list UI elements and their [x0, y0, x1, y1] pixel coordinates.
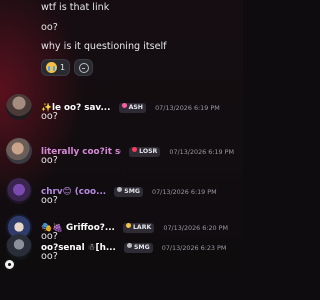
avatar[interactable] — [6, 138, 32, 164]
timestamp: 07/13/2026 6:20 PM — [163, 223, 228, 232]
message-line: oo? — [41, 22, 58, 33]
message-text: oo? — [41, 251, 58, 262]
guild-tag[interactable]: SMG — [123, 242, 153, 253]
guild-tag[interactable]: LARK — [122, 222, 155, 233]
message-header: 🎭🍇 Griffoo?... LARK 07/13/2026 6:20 PM — [41, 217, 241, 233]
feather-icon — [125, 223, 131, 228]
message-line: why is it questioning itself — [41, 41, 167, 52]
avatar[interactable] — [6, 94, 32, 120]
timestamp: 07/13/2026 6:19 PM — [169, 147, 235, 156]
status-icon — [3, 258, 16, 271]
message-text: oo? — [41, 111, 58, 122]
timestamp: 07/13/2026 6:23 PM — [161, 243, 227, 252]
guild-tag[interactable]: ASH — [118, 102, 146, 113]
skull-icon — [126, 243, 132, 248]
add-emoji-icon — [78, 62, 89, 73]
tag-label: SMG — [133, 243, 150, 251]
message: literally coo?it se... LOSR 07/13/2026 6… — [0, 138, 243, 174]
message: oo?senal ☃[h... SMG 07/13/2026 6:23 PM o… — [0, 234, 243, 270]
guild-tag[interactable]: LOSR — [129, 146, 161, 157]
message-line: wtf is that link — [41, 2, 110, 13]
tag-label: ASH — [128, 103, 143, 111]
reaction-bar: 1 — [41, 59, 94, 76]
timestamp: 07/13/2026 6:19 PM — [155, 103, 220, 112]
message-header: ✨le oo? sav... ASH 07/13/2026 6:19 PM — [41, 97, 241, 113]
tag-label: LARK — [132, 223, 152, 231]
message-text: oo? — [41, 155, 58, 166]
reaction-count: 1 — [60, 63, 66, 72]
add-reaction-button[interactable] — [74, 59, 94, 76]
mask-icon — [132, 147, 138, 152]
crying-face-icon — [46, 62, 57, 73]
message-header: literally coo?it se... LOSR 07/13/2026 6… — [41, 141, 241, 157]
heart-icon — [121, 103, 127, 108]
avatar[interactable] — [6, 234, 32, 260]
tag-label: LOSR — [139, 147, 158, 155]
message: ✨le oo? sav... ASH 07/13/2026 6:19 PM oo… — [0, 94, 243, 130]
message-header: oo?senal ☃[h... SMG 07/13/2026 6:23 PM — [41, 237, 241, 253]
reaction-cry[interactable]: 1 — [41, 59, 71, 76]
chat-log: wtf is that link oo? why is it questioni… — [0, 0, 243, 300]
